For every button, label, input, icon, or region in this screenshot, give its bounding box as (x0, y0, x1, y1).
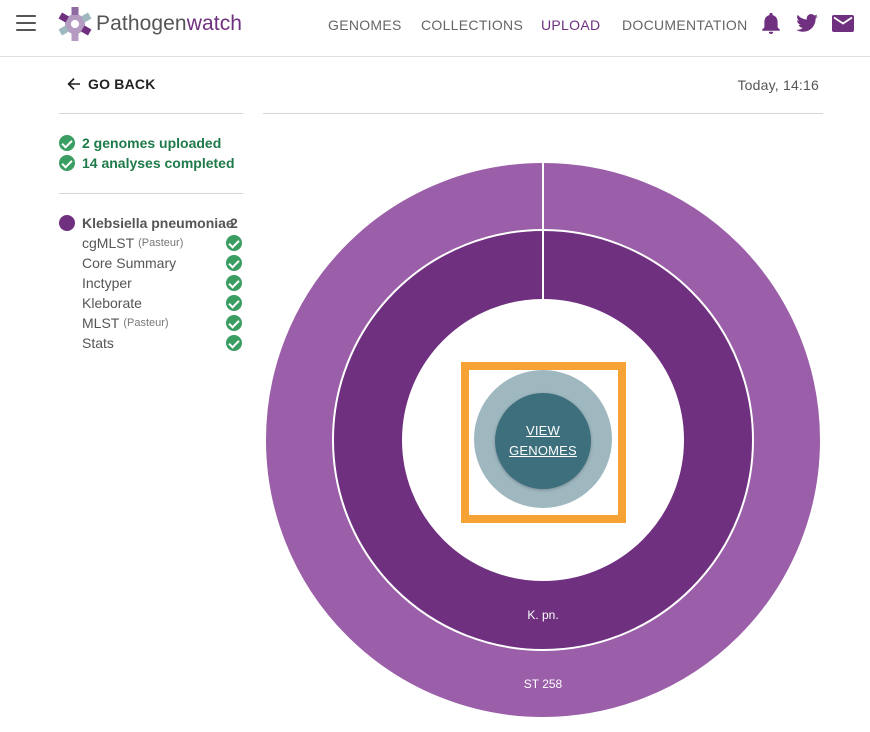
ring-label: K. pn. (527, 608, 558, 622)
task-row: Inctyper (82, 273, 242, 293)
mail-icon[interactable] (832, 15, 854, 32)
bell-icon[interactable] (761, 13, 781, 35)
organism-count: 2 (230, 215, 238, 231)
logo[interactable]: Pathogenwatch (57, 6, 242, 42)
task-row: Kleborate (82, 293, 242, 313)
check-circle-icon (59, 155, 75, 171)
genomes-uploaded-status: 2 genomes uploaded (59, 135, 221, 151)
top-bar: Pathogenwatch GENOMES COLLECTIONS UPLOAD… (0, 0, 870, 57)
divider (263, 113, 823, 114)
ring-label: ST 258 (524, 677, 563, 691)
analyses-completed-status: 14 analyses completed (59, 155, 235, 171)
timestamp: Today, 14:16 (737, 77, 819, 93)
check-circle-icon (226, 295, 242, 311)
task-row: Stats (82, 333, 242, 353)
arrow-left-icon (67, 78, 80, 90)
organism-color-dot (59, 215, 75, 231)
task-row: cgMLST (Pasteur) (82, 233, 242, 253)
twitter-icon[interactable] (796, 14, 818, 32)
menu-icon[interactable] (16, 15, 36, 31)
check-circle-icon (226, 275, 242, 291)
logo-text: Pathogenwatch (96, 12, 243, 35)
nav-documentation[interactable]: DOCUMENTATION (622, 17, 747, 33)
go-back-button[interactable]: GO BACK (66, 76, 156, 92)
nav-genomes[interactable]: GENOMES (328, 17, 402, 33)
check-circle-icon (226, 315, 242, 331)
divider (59, 113, 243, 114)
check-circle-icon (226, 235, 242, 251)
organism-row: Klebsiella pneumoniae 2 (59, 215, 249, 231)
check-circle-icon (59, 135, 75, 151)
view-genomes-button[interactable]: VIEW GENOMES (495, 393, 591, 489)
divider (59, 193, 243, 194)
task-row: Core Summary (82, 253, 242, 273)
pathogenwatch-logo-icon (58, 7, 92, 41)
check-circle-icon (226, 335, 242, 351)
check-circle-icon (226, 255, 242, 271)
task-row: MLST (Pasteur) (82, 313, 242, 333)
nav-collections[interactable]: COLLECTIONS (421, 17, 523, 33)
nav-upload[interactable]: UPLOAD (541, 17, 600, 33)
